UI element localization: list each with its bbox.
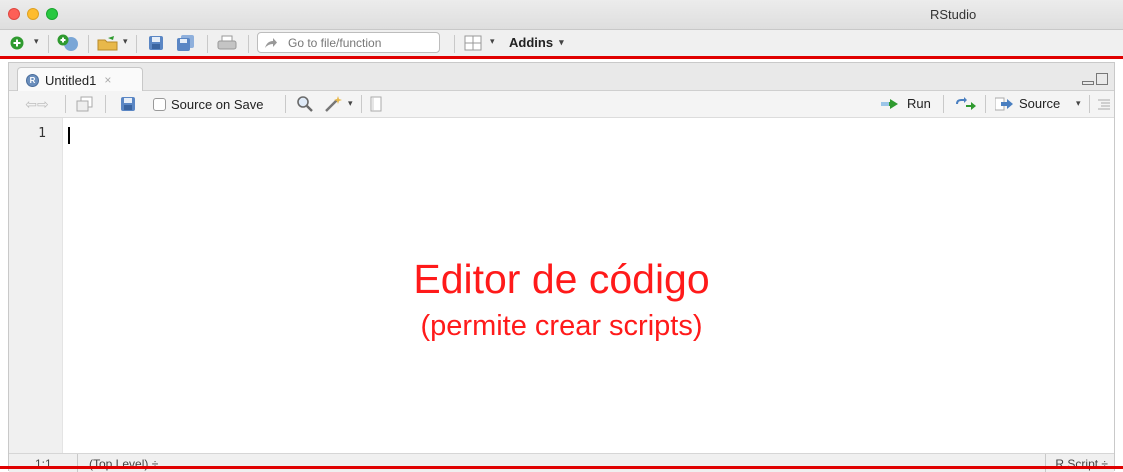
open-file-button[interactable]: [95, 33, 121, 53]
zoom-window-button[interactable]: [46, 8, 58, 20]
magic-wand-icon: [325, 96, 342, 112]
source-file-icon: [995, 97, 1013, 110]
main-toolbar: ▾ ▾ Go to file/function ▾ Addins ▾: [0, 30, 1123, 57]
editor-save-button[interactable]: [119, 96, 137, 112]
grid-layout-icon: [464, 35, 482, 51]
highlight-line-bottom: [0, 466, 1123, 469]
save-button[interactable]: [146, 34, 166, 52]
code-tools-dropdown[interactable]: ▾: [348, 98, 353, 109]
editor-status-bar: 1:1 (Top Level) ÷ R Script ÷: [9, 453, 1114, 472]
source-on-save-checkbox[interactable]: [153, 98, 166, 111]
pane-window-controls: [1082, 73, 1108, 85]
print-button[interactable]: [216, 34, 238, 52]
line-number: 1: [38, 126, 46, 141]
save-all-icon: [177, 35, 194, 51]
pane-layout-button[interactable]: [463, 34, 483, 52]
source-dropdown[interactable]: ▾: [1076, 98, 1081, 109]
run-button[interactable]: Run: [881, 96, 931, 111]
goto-arrow-icon: [265, 37, 277, 48]
new-project-button[interactable]: [55, 33, 81, 53]
open-folder-icon: [97, 36, 118, 51]
tab-untitled1[interactable]: R Untitled1 ×: [17, 67, 143, 92]
source-on-save-label: Source on Save: [171, 97, 264, 112]
tab-label: Untitled1: [45, 72, 97, 88]
pane-layout-dropdown[interactable]: ▾: [490, 36, 495, 47]
editor-toolbar: ⇦ ⇨ Source on Save ▾ Run Source ▾: [9, 91, 1114, 118]
addins-menu[interactable]: Addins ▾: [509, 35, 564, 50]
forward-arrow-icon[interactable]: ⇨: [37, 96, 49, 113]
open-file-dropdown[interactable]: ▾: [123, 36, 128, 47]
back-arrow-icon[interactable]: ⇦: [25, 96, 37, 113]
chevron-down-icon: ▾: [559, 37, 564, 47]
rerun-icon: [956, 97, 976, 110]
text-cursor: [68, 127, 70, 144]
editor-tab-bar: R Untitled1 ×: [9, 63, 1114, 92]
popout-icon: [76, 96, 93, 112]
title-bar: RStudio: [0, 0, 1123, 30]
r-file-icon: R: [26, 73, 39, 87]
maximize-pane-button[interactable]: [1096, 73, 1108, 85]
annotation-subtitle: (permite crear scripts): [420, 310, 703, 342]
run-arrow-icon: [881, 98, 898, 109]
source-label: Source: [1019, 96, 1061, 111]
save-all-button[interactable]: [175, 34, 197, 52]
show-in-window-button[interactable]: [75, 95, 95, 113]
find-replace-button[interactable]: [295, 95, 315, 113]
annotation-title: Editor de código: [413, 256, 710, 302]
outline-list-icon: [1098, 99, 1110, 110]
new-project-icon: [57, 34, 78, 51]
addins-label: Addins: [509, 35, 554, 50]
code-tools-button[interactable]: [323, 94, 345, 114]
window-title: RStudio: [930, 7, 977, 22]
close-window-button[interactable]: [8, 8, 20, 20]
source-on-save-toggle[interactable]: Source on Save: [153, 97, 264, 112]
close-tab-icon[interactable]: ×: [104, 73, 111, 87]
save-icon: [121, 97, 135, 111]
minimize-window-button[interactable]: [27, 8, 39, 20]
back-forward-buttons[interactable]: ⇦ ⇨: [17, 96, 57, 112]
new-file-button[interactable]: [6, 34, 28, 52]
compile-report-button[interactable]: [369, 96, 383, 112]
highlight-line-top: [0, 56, 1123, 59]
new-file-dropdown[interactable]: ▾: [34, 36, 39, 47]
goto-file-function-input[interactable]: Go to file/function: [257, 32, 440, 53]
print-icon: [217, 35, 237, 50]
search-icon: [297, 96, 313, 112]
source-button[interactable]: Source: [995, 96, 1060, 111]
rerun-button[interactable]: [953, 96, 979, 112]
save-icon: [149, 36, 163, 50]
new-file-icon: [10, 36, 24, 50]
source-editor-pane: R Untitled1 × ⇦ ⇨ Source on Save ▾ Run S…: [8, 62, 1115, 472]
run-label: Run: [907, 96, 931, 111]
minimize-pane-button[interactable]: [1082, 81, 1094, 85]
outline-button[interactable]: [1097, 96, 1111, 112]
goto-placeholder: Go to file/function: [288, 35, 382, 50]
notebook-icon: [370, 96, 382, 112]
